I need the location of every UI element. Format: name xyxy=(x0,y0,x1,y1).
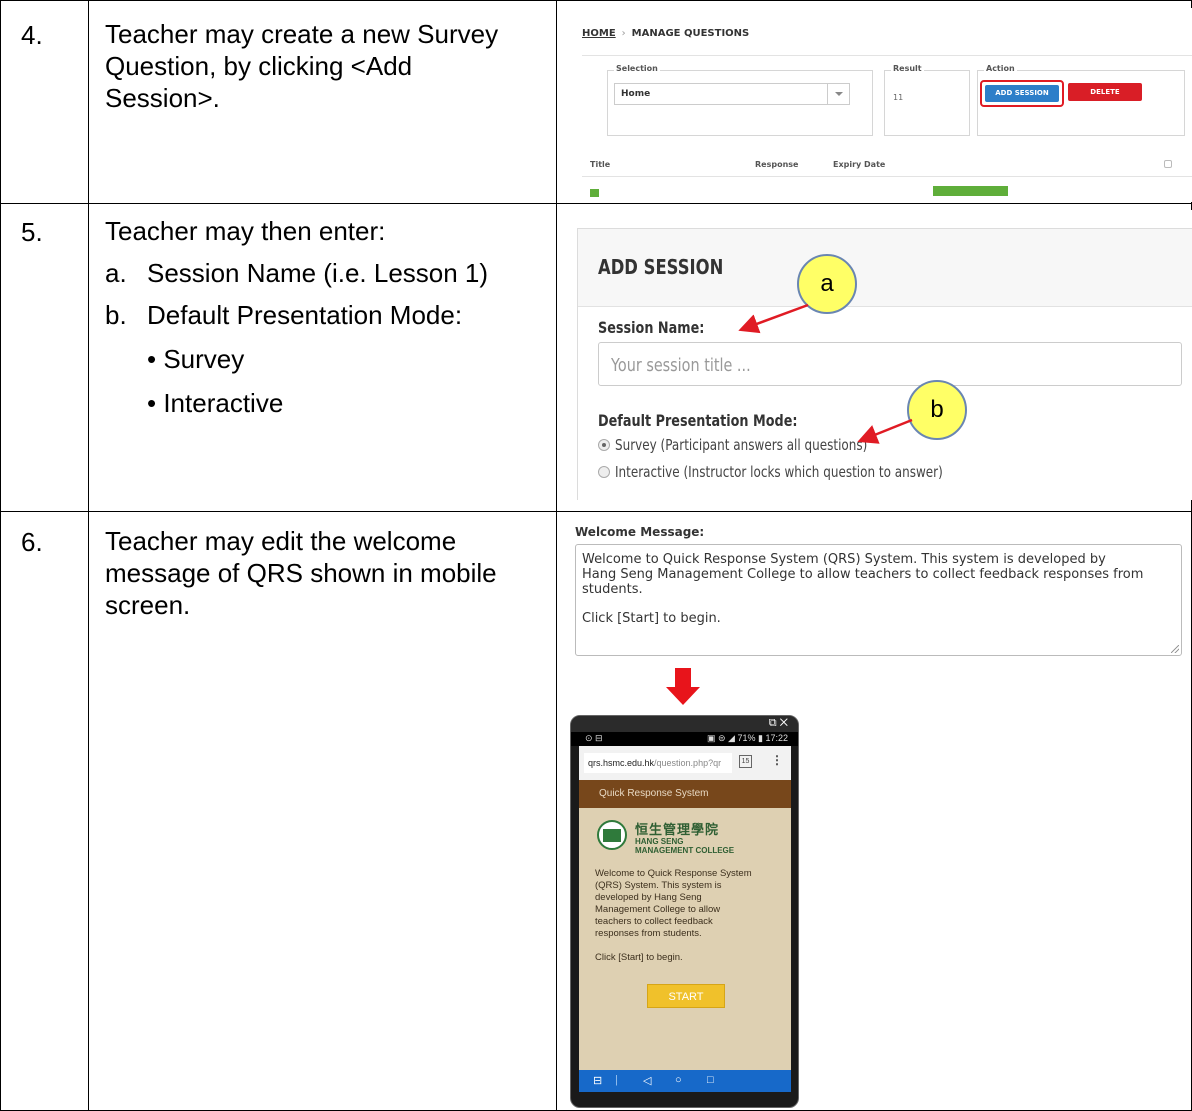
url-field[interactable]: qrs.hsmc.edu.hk/question.php?qr xyxy=(584,753,732,773)
phone-status-bar: ⊙ ⊟ ▣ ⊜ ◢ 71% ▮ 17:22 xyxy=(571,732,798,746)
menu-icon[interactable]: ⋮ xyxy=(771,753,783,767)
college-name-english-1: HANG SENG xyxy=(635,837,684,846)
welcome-message-label: Welcome Message: xyxy=(575,525,705,539)
browser-toolbar: qrs.hsmc.edu.hk/question.php?qr 15 ⋮ xyxy=(579,746,791,780)
home-icon[interactable]: ○ xyxy=(675,1074,682,1086)
phone-text-line: responses from students. xyxy=(595,928,702,939)
phone-top-bar: ⧉ ✕ xyxy=(571,716,798,732)
status-right: ▣ ⊜ ◢ 71% ▮ 17:22 xyxy=(707,733,788,743)
battery-level: 71% xyxy=(737,733,756,743)
college-name-chinese: 恒生管理學院 xyxy=(635,822,720,837)
app-title-bar: Quick Response System xyxy=(579,780,791,808)
tab-count-button[interactable]: 15 xyxy=(739,755,752,768)
phone-content: 恒生管理學院 HANG SENG MANAGEMENT COLLEGE Welc… xyxy=(579,808,791,1070)
college-logo-icon xyxy=(597,820,627,850)
status-time: 17:22 xyxy=(765,733,788,743)
status-icons: ⊙ ⊟ xyxy=(585,733,603,743)
phone-text-line: teachers to collect feedback xyxy=(595,916,713,927)
url-path: /question.php?qr xyxy=(654,758,722,768)
start-button[interactable]: START xyxy=(647,984,725,1008)
phone-text-line: (QRS) System. This system is xyxy=(595,880,722,891)
phone-preview: ⧉ ✕ ⊙ ⊟ ▣ ⊜ ◢ 71% ▮ 17:22 qrs.hsmc.edu.h… xyxy=(570,715,799,1108)
college-name-english-2: MANAGEMENT COLLEGE xyxy=(635,846,735,855)
down-arrow-icon xyxy=(666,668,700,705)
welcome-message-textarea[interactable]: Welcome to Quick Response System (QRS) S… xyxy=(575,544,1182,656)
arrow-icon xyxy=(857,418,913,444)
phone-text-line: Click [Start] to begin. xyxy=(595,952,683,963)
welcome-text-line: Click [Start] to begin. xyxy=(582,611,721,626)
nav-divider: | xyxy=(615,1074,618,1086)
screen-mirror-icon[interactable]: ⊟ xyxy=(593,1074,602,1087)
phone-text-line: Management College to allow xyxy=(595,904,721,915)
recents-icon[interactable]: □ xyxy=(707,1074,714,1086)
welcome-text-line: students. xyxy=(582,582,643,597)
back-icon[interactable]: ◁ xyxy=(643,1074,651,1087)
phone-text-line: developed by Hang Seng xyxy=(595,892,702,903)
close-icon[interactable]: ⧉ ✕ xyxy=(769,717,788,730)
url-host: qrs.hsmc.edu.hk xyxy=(588,758,655,768)
welcome-text-line: Hang Seng Management College to allow te… xyxy=(582,567,1144,582)
android-nav-bar: ⊟ | ◁ ○ □ xyxy=(579,1070,791,1092)
resize-handle-icon[interactable] xyxy=(1171,645,1179,653)
phone-text-line: Welcome to Quick Response System xyxy=(595,868,752,879)
phone-welcome-text: Welcome to Quick Response System (QRS) S… xyxy=(595,868,780,964)
welcome-text-line: Welcome to Quick Response System (QRS) S… xyxy=(582,552,1106,567)
arrow-icon xyxy=(738,303,809,334)
